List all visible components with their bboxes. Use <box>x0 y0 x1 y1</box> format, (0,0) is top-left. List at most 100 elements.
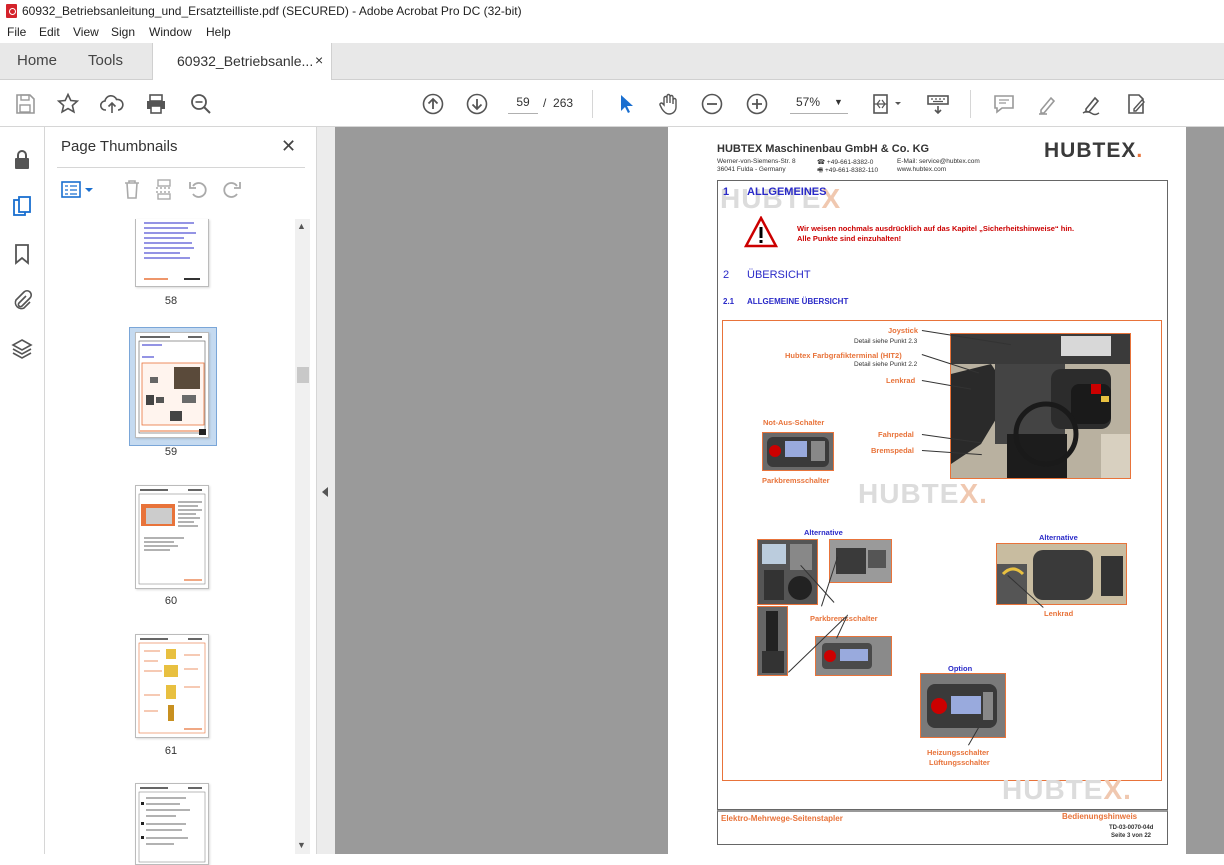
toolbar: 59 / 263 57% ▼ <box>0 80 1224 127</box>
delete-page-icon[interactable] <box>121 178 143 200</box>
menu-bar: File Edit View Sign Window Help <box>0 23 1224 43</box>
menu-edit[interactable]: Edit <box>39 25 60 39</box>
footer-title: Elektro-Mehrwege-Seitenstapler <box>721 814 843 823</box>
page-thumbnails-icon[interactable] <box>11 195 33 217</box>
previous-page-icon[interactable] <box>421 92 445 116</box>
label-accelerator: Fahrpedal <box>878 430 914 439</box>
lock-icon[interactable] <box>11 149 33 171</box>
phone-number: ☎ +49-661-8382-0 <box>817 159 874 166</box>
terminal-image <box>763 433 833 470</box>
hubtex-watermark: HUBTEX. <box>858 478 988 509</box>
page-thumbnail[interactable] <box>135 485 209 589</box>
left-navigation-rail <box>0 127 45 854</box>
tab-bar: Home Tools 60932_Betriebsanle... × <box>0 43 1224 80</box>
thumbnails-scrollbar[interactable] <box>295 219 310 854</box>
keyboard-scroll-icon[interactable] <box>926 92 950 116</box>
page-thumbnail[interactable] <box>135 219 209 287</box>
label-alternative: Alternative <box>804 528 843 537</box>
menu-window[interactable]: Window <box>149 25 192 39</box>
zoom-in-icon[interactable] <box>745 92 769 116</box>
title-bar: 60932_Betriebsanleitung_und_Ersatzteilli… <box>0 0 1224 23</box>
logo-dot: . <box>1136 139 1144 162</box>
rotate-clockwise-icon[interactable] <box>221 178 243 200</box>
page-thumbnail[interactable] <box>135 634 209 738</box>
seat-image <box>997 544 1126 604</box>
label-joystick: Joystick <box>888 326 919 335</box>
zoom-out-icon[interactable] <box>700 92 724 116</box>
warning-text: Alle Punkte sind einzuhalten! <box>797 234 902 243</box>
bookmark-star-icon[interactable] <box>56 92 80 116</box>
warning-text: Wir weisen nochmals ausdrücklich auf das… <box>797 224 1075 233</box>
footer-doctype: Bedienungshinweis <box>1062 812 1138 821</box>
zoom-search-icon[interactable] <box>189 92 213 116</box>
fax-number: 🖷 +49-661-8382-110 <box>817 167 879 174</box>
scroll-up-icon[interactable]: ▲ <box>297 221 306 231</box>
thumbnail-page-number: 58 <box>164 295 178 307</box>
label-brake-pedal: Bremspedal <box>871 446 914 455</box>
select-cursor-icon[interactable] <box>614 92 638 116</box>
menu-file[interactable]: File <box>7 25 26 39</box>
option-panel-photo <box>920 673 1006 738</box>
cabin-image <box>951 334 1130 478</box>
thumbnail-content-icon <box>138 638 206 734</box>
company-name: HUBTEX Maschinenbau GmbH & Co. KG <box>717 143 930 155</box>
extract-page-icon[interactable] <box>153 178 175 200</box>
draw-sign-icon[interactable] <box>1080 92 1104 116</box>
tab-document[interactable]: 60932_Betriebsanle... × <box>152 43 332 80</box>
label-emergency-stop: Not-Aus-Schalter <box>763 418 825 427</box>
layers-icon[interactable] <box>11 337 33 359</box>
section-number: 1 <box>723 186 730 198</box>
highlight-pen-icon[interactable] <box>1036 92 1060 116</box>
page-thumbnail[interactable] <box>135 783 209 865</box>
print-icon[interactable] <box>144 92 168 116</box>
label-ventilation-switch: Lüftungsschalter <box>929 758 990 767</box>
divider <box>57 167 305 168</box>
menu-view[interactable]: View <box>73 25 99 39</box>
tab-document-label: 60932_Betriebsanle... <box>177 53 314 69</box>
section-number: 2 <box>723 269 730 281</box>
panel-image <box>816 637 891 675</box>
email-address: E-Mail: service@hubtex.com <box>897 158 980 165</box>
chevron-down-icon: ▼ <box>834 97 843 107</box>
zoom-level-dropdown[interactable]: 57% ▼ <box>790 91 848 114</box>
thumbnail-options-icon[interactable] <box>61 180 95 200</box>
panel-close-button[interactable]: ✕ <box>281 136 296 157</box>
label-detail: Detail siehe Punkt 2.2 <box>854 361 918 368</box>
next-page-icon[interactable] <box>465 92 489 116</box>
panel-image <box>830 540 891 582</box>
page-fit-icon[interactable] <box>871 92 905 116</box>
upload-cloud-icon[interactable] <box>100 92 124 116</box>
bookmark-icon[interactable] <box>11 243 33 265</box>
rotate-counterclockwise-icon[interactable] <box>187 178 209 200</box>
scroll-down-icon[interactable]: ▼ <box>297 840 306 850</box>
tab-close-button[interactable]: × <box>315 52 323 68</box>
menu-help[interactable]: Help <box>206 25 231 39</box>
subsection-title: ALLGEMEINE ÜBERSICHT <box>747 297 849 306</box>
page-thumbnail-selected[interactable] <box>135 332 209 438</box>
page-separator: / <box>543 96 547 110</box>
tab-home[interactable]: Home <box>17 43 57 79</box>
thumbnail-page-number: 60 <box>164 595 178 607</box>
fill-sign-icon[interactable] <box>1124 92 1148 116</box>
pdf-file-icon <box>6 4 17 18</box>
cabin-photo <box>950 333 1131 479</box>
page-total-count: 263 <box>553 96 574 110</box>
collapse-panel-icon[interactable] <box>322 487 328 497</box>
thumbnail-content-icon <box>138 787 206 863</box>
page-thumbnails-panel: Page Thumbnails ✕ ▲ ▼ 58 59 60 61 <box>45 127 317 865</box>
zoom-level-value: 57% <box>796 95 821 109</box>
subsection-number: 2.1 <box>723 297 735 306</box>
panel-splitter[interactable] <box>317 127 335 854</box>
label-alternative: Alternative <box>1039 533 1078 542</box>
website: www.hubtex.com <box>897 166 947 173</box>
scrollbar-thumb[interactable] <box>297 367 309 383</box>
save-icon[interactable] <box>13 92 37 116</box>
panel-photo <box>829 539 892 583</box>
menu-sign[interactable]: Sign <box>111 25 135 39</box>
label-detail: Detail siehe Punkt 2.3 <box>854 338 918 345</box>
tab-tools[interactable]: Tools <box>88 43 123 79</box>
hand-tool-icon[interactable] <box>657 92 681 116</box>
page-number-input[interactable]: 59 <box>508 91 538 114</box>
comment-icon[interactable] <box>992 92 1016 116</box>
attachment-icon[interactable] <box>11 289 33 311</box>
